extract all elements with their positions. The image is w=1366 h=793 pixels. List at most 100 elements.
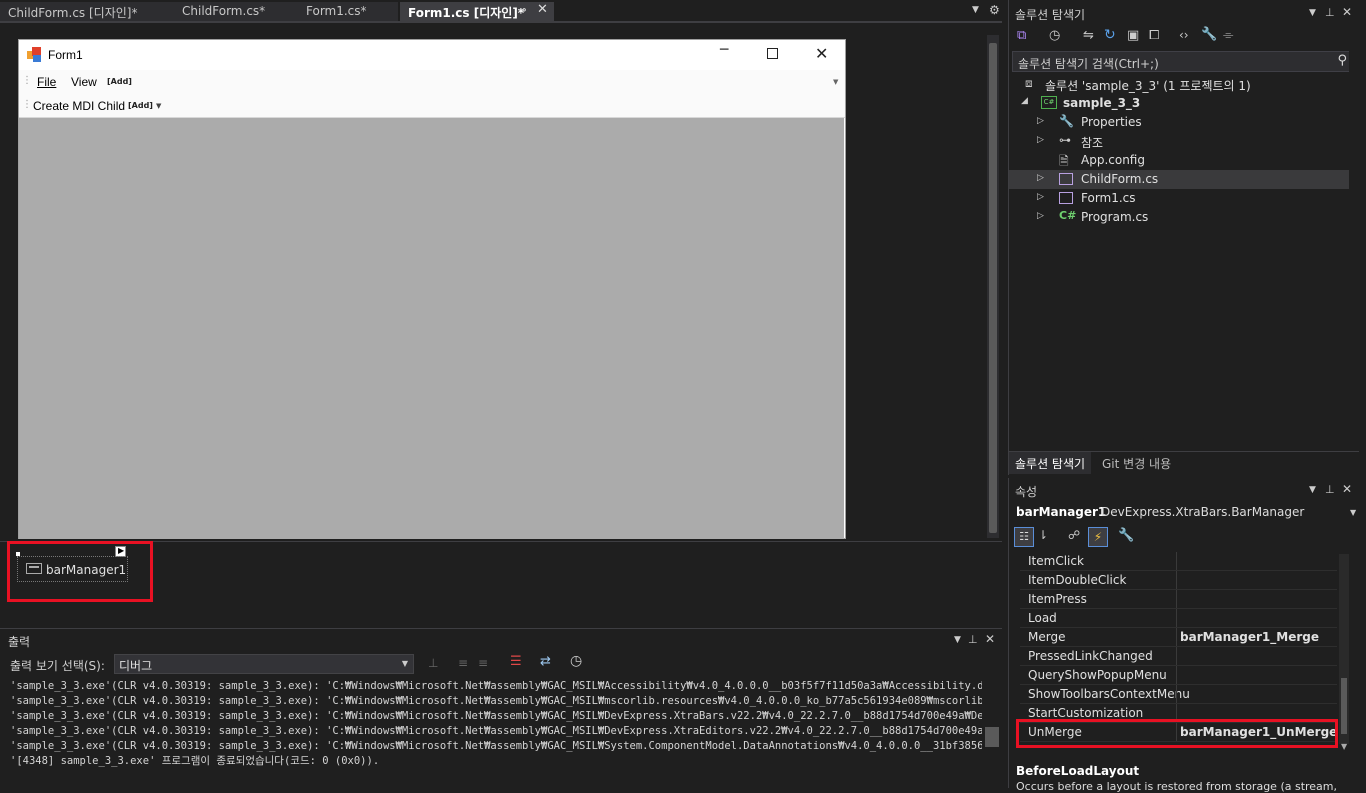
tree-item-properties[interactable]: ▷ 🔧 Properties — [1009, 113, 1357, 132]
form-file-icon — [1059, 173, 1073, 185]
solution-bottom-tabs: 솔루션 탐색기 Git 변경 내용 — [1009, 451, 1359, 475]
prev-message-icon[interactable]: ≡ — [458, 656, 468, 670]
properties-toolbar: ☷ ⇂ ☍ ⚡ 🔧 — [1012, 527, 1362, 549]
tree-item-childform[interactable]: ▷ ChildForm.cs — [1009, 170, 1357, 189]
maximize-icon[interactable] — [767, 48, 778, 59]
tab-form1-design[interactable]: Form1.cs [디자인]* ⊸ ✕ — [400, 2, 554, 22]
tree-item-app-config[interactable]: 🗎 App.config — [1009, 151, 1357, 170]
scroll-down-icon[interactable]: ▼ — [1341, 742, 1347, 751]
collapse-all-icon[interactable]: ▣ — [1127, 28, 1139, 43]
collapsed-arrow-icon[interactable]: ▷ — [1037, 135, 1044, 145]
tab-git-changes[interactable]: Git 변경 내용 — [1102, 455, 1171, 472]
word-wrap-icon[interactable]: ⇄ — [540, 654, 551, 669]
solution-search-input[interactable]: 솔루션 탐색기 검색(Ctrl+;) ⚲ — [1012, 51, 1356, 72]
show-all-files-icon[interactable]: ⧠ — [1149, 28, 1159, 43]
close-icon[interactable]: ✕ — [985, 632, 995, 646]
view-code-icon[interactable]: ‹› — [1179, 28, 1189, 42]
property-row[interactable]: PressedLinkChanged — [1020, 647, 1337, 666]
form-client-area[interactable] — [19, 118, 844, 539]
pin-icon[interactable]: ⊥ — [1325, 6, 1335, 19]
tab-solution-explorer[interactable]: 솔루션 탐색기 — [1009, 452, 1092, 474]
solution-scrollbar[interactable] — [1349, 26, 1361, 446]
tab-childform-code[interactable]: ChildForm.cs* — [174, 2, 298, 22]
wrench-icon: 🔧 — [1059, 114, 1074, 128]
tree-project[interactable]: ◢ C# sample_3_3 — [1009, 94, 1357, 113]
timestamp-icon[interactable]: ◷ — [570, 653, 582, 669]
pin-icon[interactable]: ⊥ — [1325, 483, 1335, 496]
property-row[interactable]: ItemPress — [1020, 590, 1337, 609]
tree-item-form1[interactable]: ▷ Form1.cs — [1009, 189, 1357, 208]
collapsed-arrow-icon[interactable]: ▷ — [1037, 173, 1044, 183]
scroll-thumb[interactable] — [989, 43, 997, 533]
window-close-icon[interactable]: ✕ — [815, 44, 828, 63]
search-icon[interactable]: ⚲ — [1337, 53, 1347, 68]
dropdown-arrow-icon[interactable]: ▼ — [1309, 8, 1316, 18]
wrench-icon[interactable]: 🔧 — [1201, 27, 1217, 42]
bar-manager-component[interactable]: barManager1 — [17, 556, 128, 582]
tab-childform-design[interactable]: ChildForm.cs [디자인]* — [0, 2, 174, 22]
collapsed-arrow-icon[interactable]: ▷ — [1037, 192, 1044, 202]
pin-icon[interactable]: ⊥ — [968, 633, 978, 646]
tree-label: sample_3_3 — [1063, 96, 1141, 110]
property-row[interactable]: Merge barManager1_Merge — [1020, 628, 1337, 647]
menu-view[interactable]: View — [71, 75, 97, 89]
collapsed-arrow-icon[interactable]: ▷ — [1037, 211, 1044, 221]
switch-view-icon[interactable]: ⧉ — [1017, 28, 1026, 43]
properties-scrollbar[interactable] — [1339, 554, 1349, 744]
dropdown-arrow-icon[interactable]: ▼ — [1309, 485, 1316, 495]
find-message-icon[interactable]: ⊥ — [428, 656, 438, 670]
output-title: 출력 — [8, 635, 31, 649]
properties-view-icon[interactable]: ☍ — [1068, 528, 1080, 542]
alphabetical-icon[interactable]: ⇂ — [1038, 528, 1048, 542]
output-scrollbar[interactable] — [985, 727, 999, 747]
close-icon[interactable]: ✕ — [537, 2, 548, 17]
menu-add-item[interactable]: [Add] — [107, 77, 132, 86]
next-message-icon[interactable]: ≡ — [478, 656, 488, 670]
property-row[interactable]: ItemDoubleClick — [1020, 571, 1337, 590]
output-line: 'sample_3_3.exe'(CLR v4.0.30319: sample_… — [10, 725, 982, 737]
document-tab-bar: ChildForm.cs [디자인]* ChildForm.cs* Form1.… — [0, 0, 1002, 23]
dropdown-arrow-icon[interactable]: ▼ — [972, 5, 979, 15]
chevron-down-icon[interactable]: ▼ — [156, 102, 161, 110]
property-name: ShowToolbarsContextMenu — [1028, 687, 1190, 701]
gear-icon[interactable]: ⚙ — [989, 3, 1000, 17]
dropdown-arrow-icon[interactable]: ▼ — [954, 635, 961, 645]
grip-icon[interactable]: ⋮ — [22, 99, 32, 110]
events-lightning-icon[interactable]: ⚡ — [1088, 527, 1108, 547]
toolbar-add-item[interactable]: [Add] — [128, 101, 153, 110]
menu-file[interactable]: File — [37, 75, 56, 89]
output-source-select[interactable]: 디버그 ▼ — [114, 654, 414, 674]
tree-item-references[interactable]: ▷ ⊶ 참조 — [1009, 132, 1357, 151]
property-name: ItemDoubleClick — [1028, 573, 1127, 587]
categorized-icon[interactable]: ☷ — [1014, 527, 1034, 547]
output-text[interactable]: 'sample_3_3.exe'(CLR v4.0.30319: sample_… — [10, 679, 982, 779]
pin-icon[interactable]: ⊸ — [518, 5, 526, 16]
tree-item-program[interactable]: ▷ C# Program.cs — [1009, 208, 1357, 227]
collapsed-arrow-icon[interactable]: ▷ — [1037, 116, 1044, 126]
tab-form1-code[interactable]: Form1.cs* — [298, 2, 398, 22]
preview-icon[interactable]: ⌯ — [1223, 28, 1233, 43]
expanded-arrow-icon[interactable]: ◢ — [1021, 96, 1028, 106]
refresh-icon[interactable]: ↻ — [1104, 27, 1116, 43]
pending-changes-icon[interactable]: ◷ — [1049, 28, 1060, 43]
create-mdi-child-button[interactable]: Create MDI Child — [33, 99, 125, 113]
property-value[interactable]: barManager1_Merge — [1180, 630, 1319, 644]
close-icon[interactable]: ✕ — [1342, 5, 1352, 19]
property-name: StartCustomization — [1028, 706, 1144, 720]
menu-overflow-icon[interactable]: ▼ — [833, 78, 838, 86]
clear-all-icon[interactable]: ☰ — [510, 654, 522, 669]
toolbar: ⋮ Create MDI Child [Add] ▼ — [19, 94, 845, 118]
property-row[interactable]: Load — [1020, 609, 1337, 628]
object-selector[interactable]: barManager1 DevExpress.XtraBars.BarManag… — [1012, 502, 1362, 524]
sync-icon[interactable]: ⇋ — [1083, 28, 1094, 43]
property-row[interactable]: QueryShowPopupMenu — [1020, 666, 1337, 685]
tree-solution-root[interactable]: ⧈ 솔루션 'sample_3_3' (1 프로젝트의 1) — [1009, 75, 1357, 94]
property-row[interactable]: ShowToolbarsContextMenu — [1020, 685, 1337, 704]
property-row[interactable]: ItemClick — [1020, 552, 1337, 571]
references-icon: ⊶ — [1059, 133, 1071, 147]
property-pages-icon[interactable]: 🔧 — [1118, 528, 1134, 543]
close-icon[interactable]: ✕ — [1342, 482, 1352, 496]
grip-icon[interactable]: ⋮ — [22, 75, 32, 86]
designer-scrollbar[interactable] — [987, 35, 999, 538]
minimize-icon[interactable]: ─ — [720, 42, 728, 58]
